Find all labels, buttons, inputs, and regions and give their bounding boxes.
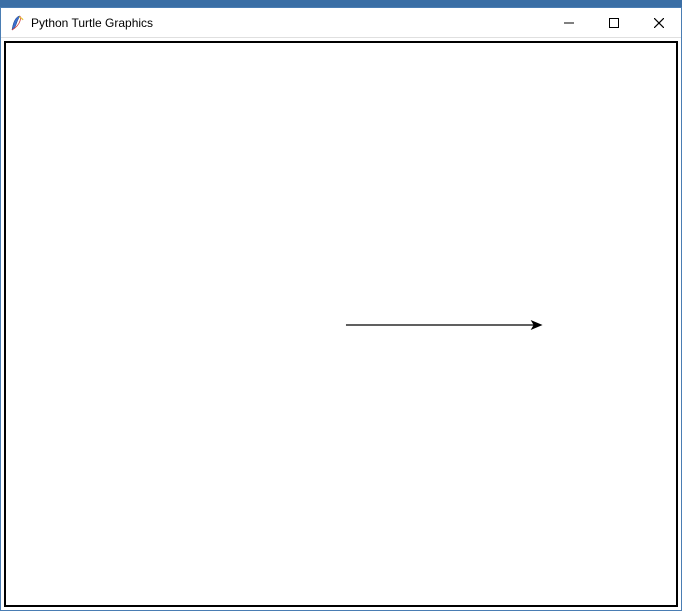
turtle-drawing	[6, 43, 676, 605]
titlebar[interactable]: Python Turtle Graphics	[1, 8, 681, 38]
window-title: Python Turtle Graphics	[31, 16, 153, 30]
app-window: Python Turtle Graphics	[0, 7, 682, 611]
turtle-canvas	[4, 41, 678, 607]
maximize-icon	[609, 18, 619, 28]
minimize-button[interactable]	[546, 8, 591, 37]
close-button[interactable]	[636, 8, 681, 37]
close-icon	[654, 18, 664, 28]
tk-feather-icon	[9, 15, 25, 31]
maximize-button[interactable]	[591, 8, 636, 37]
window-controls	[546, 8, 681, 37]
background-strip	[0, 0, 682, 7]
minimize-icon	[564, 18, 574, 28]
